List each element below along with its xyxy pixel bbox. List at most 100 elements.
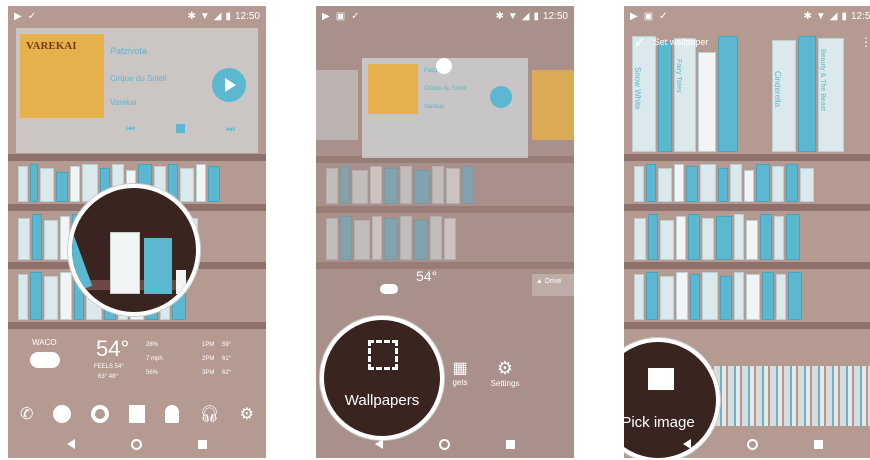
- recents-button[interactable]: [814, 439, 823, 449]
- download-icon: ✓: [659, 10, 668, 22]
- cloud-icon: [380, 284, 398, 294]
- play-icon: [225, 78, 236, 92]
- widgets-icon: ▦: [452, 360, 468, 377]
- album-art[interactable]: VAREKAI: [20, 34, 104, 118]
- hourly-time: 1PM: [202, 342, 215, 348]
- weather-location: WACO: [32, 338, 57, 347]
- recents-button[interactable]: [506, 439, 515, 449]
- music-title: Patzivota: [110, 46, 148, 56]
- weather-range: 63° 48°: [98, 374, 118, 380]
- maps-icon[interactable]: [129, 405, 146, 423]
- status-time: 12:50: [850, 10, 870, 22]
- overview-panel: ▶ ▣ ✓ ✱ ▼ ◢ ▮ 12:50 Patzivota Cirque du Soleil…: [316, 6, 574, 458]
- signal-icon: ◢: [521, 10, 530, 22]
- home-button[interactable]: [131, 438, 142, 450]
- status-bar: ▶ ✓ ✱ ▼ ◢ ▮ 12:50: [8, 6, 266, 26]
- status-time: 12:50: [234, 10, 260, 22]
- hourly-temp: 61°: [222, 356, 232, 362]
- weather-detail: 56%: [146, 370, 159, 376]
- weather-detail: 28%: [146, 342, 159, 348]
- status-bar: ▶ ▣ ✓ ✱▼◢▮12:50: [624, 6, 870, 26]
- bluetooth-icon: ✱: [187, 10, 196, 22]
- overflow-menu-icon[interactable]: ⋮: [860, 35, 870, 49]
- music-album: Varekai: [424, 104, 444, 110]
- battery-icon: ▮: [533, 10, 539, 22]
- back-button[interactable]: [683, 439, 691, 449]
- hourly-temp: 62°: [222, 370, 232, 376]
- stop-button[interactable]: [176, 124, 185, 133]
- check-icon[interactable]: ✓: [634, 34, 646, 51]
- image-picker-icon: [648, 368, 674, 390]
- signal-icon: ◢: [213, 10, 222, 22]
- download-icon: ✓: [27, 10, 37, 22]
- battery-icon: ▮: [225, 10, 231, 22]
- notification-icon: ▶: [14, 10, 22, 22]
- wifi-icon: ▼: [199, 10, 210, 22]
- phone-icon[interactable]: ✆: [20, 404, 33, 424]
- android-icon[interactable]: [165, 405, 180, 423]
- cloud-icon: [30, 352, 60, 368]
- preview-weather-temp: 54°: [416, 268, 438, 284]
- play-button: [490, 86, 512, 108]
- settings-option[interactable]: ⚙ Settings: [480, 358, 530, 388]
- play-button[interactable]: [212, 68, 246, 102]
- drive-label: Drive: [544, 278, 562, 285]
- music-artist: Cirque du Soleil: [424, 86, 467, 92]
- weather-temp: 54°: [96, 336, 130, 361]
- back-button[interactable]: [375, 439, 383, 449]
- drive-shortcut[interactable]: ▲ Drive: [532, 274, 574, 296]
- music-artist: Cirque du Soleil: [110, 74, 167, 83]
- headphones-icon[interactable]: 🎧︎: [199, 404, 219, 424]
- hourly-time: 3PM: [202, 370, 215, 376]
- hangouts-icon[interactable]: [53, 405, 72, 423]
- wallpapers-icon: [368, 340, 398, 370]
- shelf-zoom-circle: [68, 184, 200, 316]
- drive-icon: ▲: [536, 278, 543, 285]
- home-page-icon[interactable]: [436, 58, 452, 74]
- wallpaper-thumbnails[interactable]: [714, 366, 870, 426]
- wallpaper-picker-panel: ▶▣✓ ✱▼◢▮12:50 ✓ Set wallpaper ⋮ Snow Whi…: [624, 6, 870, 458]
- status-bar: ▶ ▣ ✓ ✱▼◢▮12:50: [316, 6, 574, 26]
- prev-button[interactable]: ⏮: [126, 124, 135, 135]
- right-preview-card[interactable]: [532, 70, 574, 140]
- chrome-icon[interactable]: [91, 405, 110, 423]
- notification-icon: ▶: [322, 10, 330, 22]
- wallpapers-zoom-circle[interactable]: Wallpapers: [320, 316, 444, 440]
- app-dock: ✆ 🎧︎ ⚙: [20, 400, 254, 428]
- recents-button[interactable]: [198, 439, 207, 449]
- weather-detail: 7 mph: [146, 356, 163, 362]
- hourly-temp: 59°: [222, 342, 232, 348]
- image-icon: ▣: [335, 10, 346, 22]
- nav-bar: [8, 430, 266, 458]
- set-wallpaper-button[interactable]: Set wallpaper: [654, 37, 709, 47]
- music-album: Varekai: [110, 98, 137, 107]
- bluetooth-icon: ✱: [803, 10, 812, 22]
- settings-label: Settings: [490, 379, 520, 388]
- home-screen-panel: ▶ ✓ ✱ ▼ ◢ ▮ 12:50 VAREKAI Patzivota Cirque du…: [8, 6, 266, 458]
- hourly-time: 2PM: [202, 356, 215, 362]
- left-preview-card[interactable]: [316, 70, 358, 140]
- music-widget[interactable]: VAREKAI Patzivota Cirque du Soleil Varek…: [16, 28, 258, 153]
- home-button[interactable]: [439, 438, 450, 450]
- action-bar: ✓ Set wallpaper ⋮: [624, 28, 870, 56]
- weather-feels: FEELS 54°: [94, 364, 124, 370]
- status-time: 12:50: [542, 10, 568, 22]
- nav-bar: [624, 430, 870, 458]
- widgets-option[interactable]: ▦ gets: [440, 358, 480, 387]
- next-button[interactable]: ⏭: [226, 124, 235, 135]
- back-button[interactable]: [67, 439, 75, 449]
- image-icon: ▣: [643, 10, 654, 22]
- weather-widget[interactable]: WACO 54° FEELS 54° 63° 48° 28% 7 mph 56%…: [16, 334, 258, 390]
- battery-icon: ▮: [841, 10, 847, 22]
- download-icon: ✓: [351, 10, 360, 22]
- album-art-title: VAREKAI: [26, 40, 77, 52]
- wifi-icon: ▼: [507, 10, 518, 22]
- bluetooth-icon: ✱: [495, 10, 504, 22]
- pick-image-label: Pick image: [624, 414, 695, 431]
- widgets-label: gets: [452, 378, 468, 387]
- signal-icon: ◢: [829, 10, 838, 22]
- album-art: [368, 64, 418, 114]
- home-button[interactable]: [747, 438, 758, 450]
- settings-icon[interactable]: ⚙: [240, 404, 254, 424]
- wifi-icon: ▼: [815, 10, 826, 22]
